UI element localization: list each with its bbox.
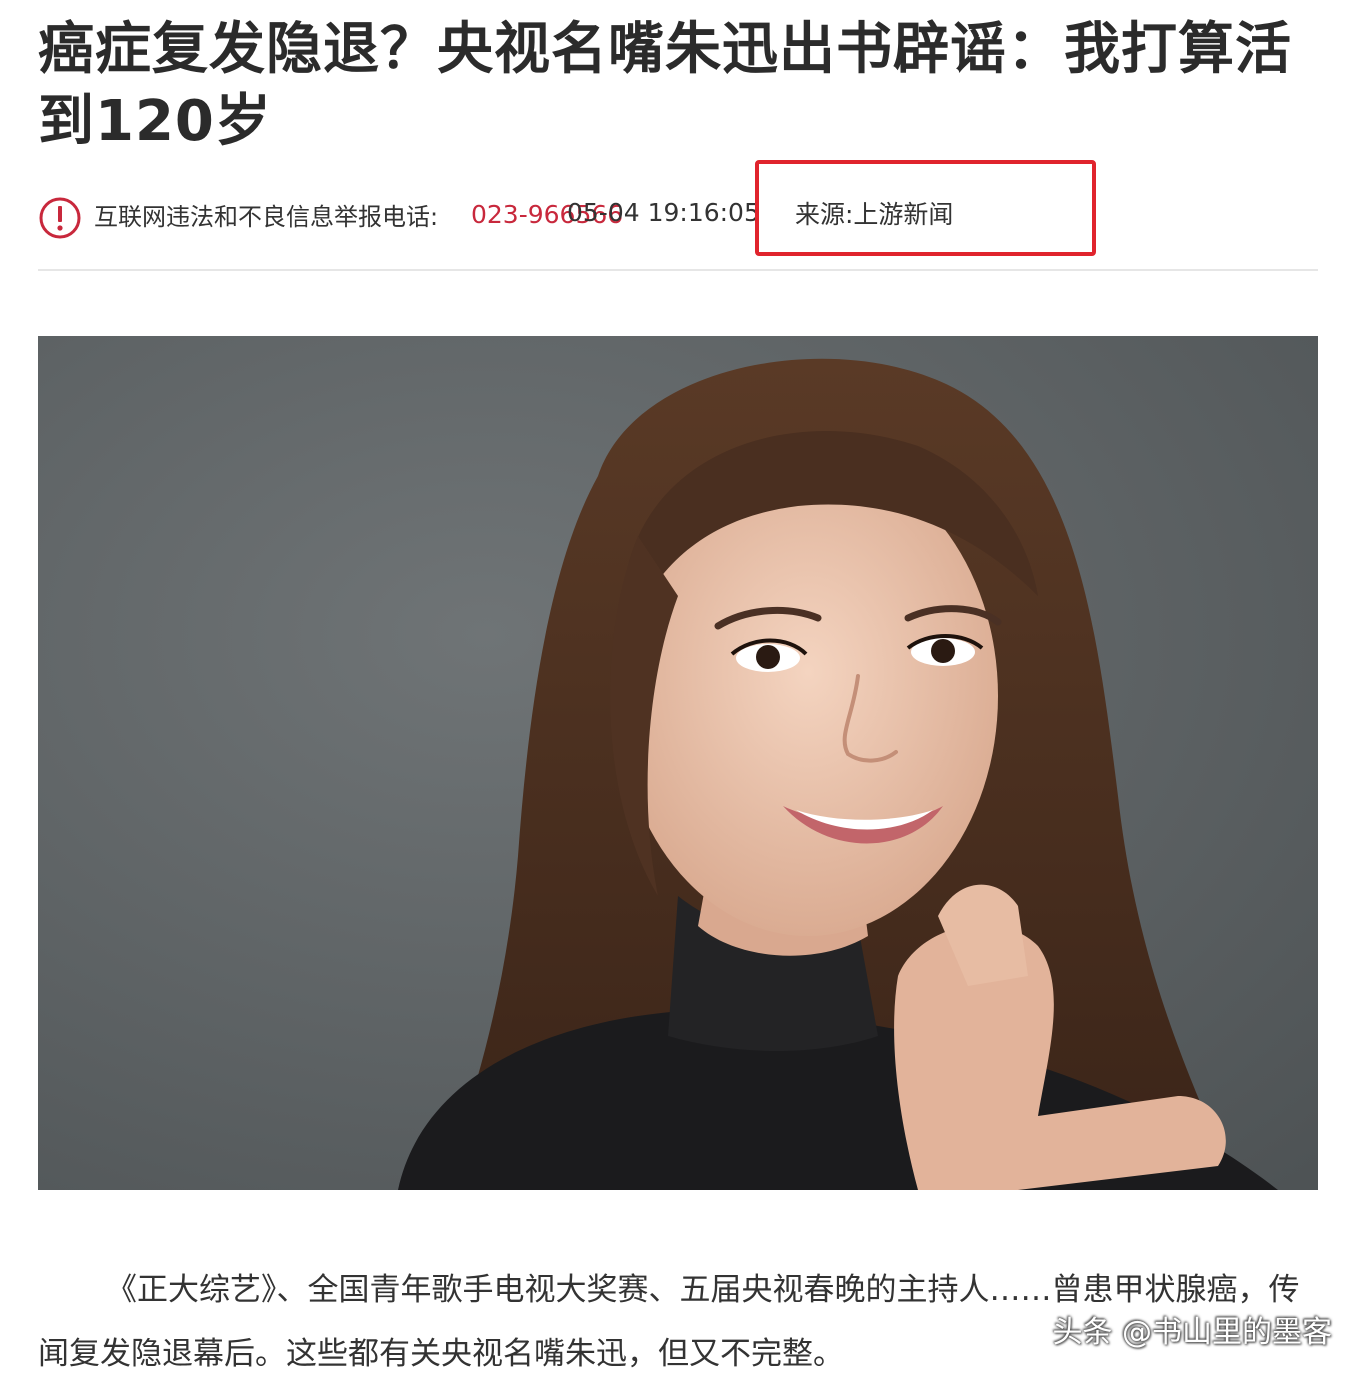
header-divider	[38, 269, 1318, 271]
article-photo	[38, 336, 1318, 1190]
watermark-text: 头条 @书山里的墨客	[1052, 1315, 1332, 1350]
publish-timestamp: 05-04 19:16:05	[567, 198, 760, 227]
warning-circle-icon	[38, 196, 82, 240]
report-hotline-label: 互联网违法和不良信息举报电话:	[94, 203, 439, 231]
article-title: 癌症复发隐退？央视名嘴朱迅出书辟谣：我打算活到120岁	[38, 17, 1292, 154]
source-highlight-box	[755, 160, 1096, 256]
article-meta: 互联网违法和不良信息举报电话: 023-966566 05-04 19:16:0…	[38, 192, 1318, 240]
